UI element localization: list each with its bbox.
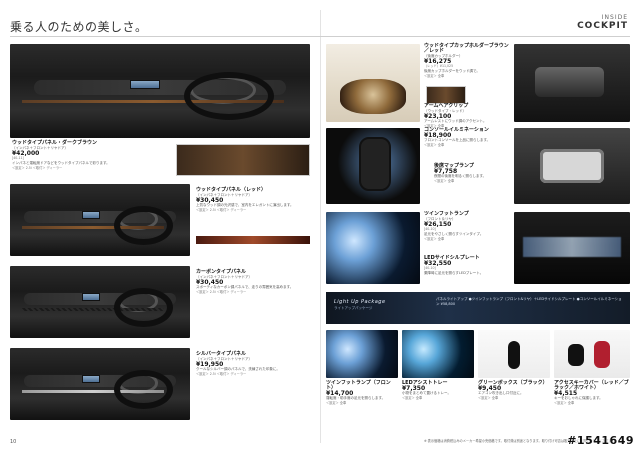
header-rule xyxy=(10,36,630,37)
led-tray-photo xyxy=(402,330,474,378)
right-top-1-note: ＜設定＞ 全車 xyxy=(424,74,445,78)
page-number: 10 xyxy=(10,439,17,445)
trim-strip xyxy=(22,225,164,229)
right-mid-4-desc: 乗降時に足元を照らすLEDプレート。 xyxy=(424,271,484,275)
section-header-big: COCKPIT xyxy=(577,21,628,31)
trim-strip xyxy=(22,389,164,393)
bottom-card-4: アクセスキーカバー（レッド／ブラック／ホワイト） ¥4,515 キーをおしゃれに… xyxy=(554,381,630,406)
left-item-3-note: ＜設定＞ 2.5i ＜取付＞ ディーラー xyxy=(196,290,247,294)
light-up-package-banner: Light Up Package ライトアップパッケージ パネルライトアップ ●… xyxy=(326,292,630,324)
steering-wheel-shape xyxy=(118,290,158,313)
light-up-package-title: Light Up Package xyxy=(334,299,386,305)
watermark-id: #1541649 xyxy=(567,434,634,447)
section-header: INSIDE COCKPIT xyxy=(577,14,628,31)
bottom-card-4-note: ＜設定＞ 全車 xyxy=(554,401,575,405)
right-mid-4: LEDサイドシルプレート ¥32,550 [40-10] 乗降時に足元を照らすL… xyxy=(424,256,514,276)
access-key-cover-photo xyxy=(554,330,630,378)
right-mid-2: 後席マップランプ ¥7,758 夜間の後席を明るく照らします。 ＜設定＞ 全車 xyxy=(434,164,510,184)
steering-wheel-shape xyxy=(118,208,158,231)
bottom-card-3-note: ＜設定＞ 全車 xyxy=(478,396,499,400)
navigation-screen-shape xyxy=(82,293,100,301)
left-item-1: ウッドタイプパネル・ダークブラウン （インパネ＋フロント＋リヤドア） ¥42,0… xyxy=(12,141,172,171)
left-item-3: カーボンタイプパネル （インパネ＋フロント＋リヤドア） ¥30,450 スポーテ… xyxy=(196,270,312,295)
left-item-1-note: ＜設定＞ 2.5i ＜取付＞ ディーラー xyxy=(12,166,63,170)
steering-wheel-shape xyxy=(190,75,256,105)
page-divider xyxy=(320,10,321,443)
left-item-2-note: ＜設定＞ 2.5i ＜取付＞ ディーラー xyxy=(196,208,247,212)
navigation-screen-shape xyxy=(82,375,100,383)
bottom-card-1: ツインフットランプ（フロント） ¥14,700 運転席・助手席の足元を照らします… xyxy=(326,381,398,406)
cockpit-photo-wood-red xyxy=(10,184,190,256)
console-illumination-photo xyxy=(326,128,420,204)
navigation-screen-shape xyxy=(82,211,100,219)
trim-strip xyxy=(22,100,284,104)
right-mid-2-note: ＜設定＞ 全車 xyxy=(434,179,455,183)
trim-strip xyxy=(22,307,164,311)
right-mid-1-note: ＜設定＞ 全車 xyxy=(424,143,445,147)
right-top-2: アームヘアクリップ （ウッドタイプ・レッド） ¥23,100 アームレストにウッ… xyxy=(424,104,510,129)
side-sill-plate-photo xyxy=(514,212,630,284)
cockpit-photo-silver xyxy=(10,348,190,420)
green-box-photo xyxy=(478,330,550,378)
door-panel-photo xyxy=(514,44,630,122)
left-item-2: ウッドタイプパネル（レッド） （インパネ＋フロント＋リヤドア） ¥30,450 … xyxy=(196,188,312,213)
bottom-card-2: LEDアシストトレー ¥7,350 小物をまとめて置けるトレー。 ＜設定＞ 全車 xyxy=(402,381,474,401)
catalog-page: 乗る人のための美しさ。 INSIDE COCKPIT ウッドタイプパネル・ダーク… xyxy=(0,0,640,453)
right-top-1-title: ウッドタイプカップホルダーブラウン／レッド xyxy=(424,43,509,54)
right-top-1: ウッドタイプカップホルダーブラウン／レッド （後席カップホルダー） ¥16,27… xyxy=(424,44,510,79)
right-mid-1: コンソールイルミネーション ¥18,900 フロントコンソールを上品に照らします… xyxy=(424,128,514,148)
cupholder-photo xyxy=(326,44,420,122)
cockpit-photo-carbon xyxy=(10,266,190,338)
map-lamp-photo xyxy=(514,128,630,204)
light-up-package-subtitle: ライトアップパッケージ xyxy=(334,306,373,310)
navigation-screen-shape xyxy=(130,79,160,90)
light-up-package-text: パネルライトアップ ●ツインフットランプ（フロント&リヤ）＋LEDサイドシルプレ… xyxy=(436,297,622,306)
right-mid-3-note: ＜設定＞ 全車 xyxy=(424,237,445,241)
wood-swatch-small xyxy=(426,86,466,104)
steering-wheel-shape xyxy=(118,372,158,395)
right-mid-3: ツインフットランプ （フロント＆リヤ） ¥26,150 [40-10] 足元をや… xyxy=(424,212,514,242)
front-foot-lamp-photo xyxy=(326,330,398,378)
left-item-4-note: ＜設定＞ 2.5i ＜取付＞ ディーラー xyxy=(196,372,247,376)
page-title: 乗る人のための美しさ。 xyxy=(10,20,148,34)
wood-swatch-red xyxy=(196,236,310,244)
foot-lamp-photo xyxy=(326,212,420,284)
wood-swatch-dark-brown xyxy=(176,144,310,176)
bottom-card-3: グリーンボックス（ブラック） ¥9,450 エアコン吹き出し口付近に。 ＜設定＞… xyxy=(478,381,550,401)
left-item-4: シルバータイプパネル （インパネ＋フロント＋リヤドア） ¥19,950 クールな… xyxy=(196,352,312,377)
main-cockpit-photo xyxy=(10,44,310,138)
bottom-card-2-note: ＜設定＞ 全車 xyxy=(402,396,423,400)
bottom-card-1-note: ＜設定＞ 全車 xyxy=(326,401,347,405)
section-header-small: INSIDE xyxy=(601,14,628,21)
